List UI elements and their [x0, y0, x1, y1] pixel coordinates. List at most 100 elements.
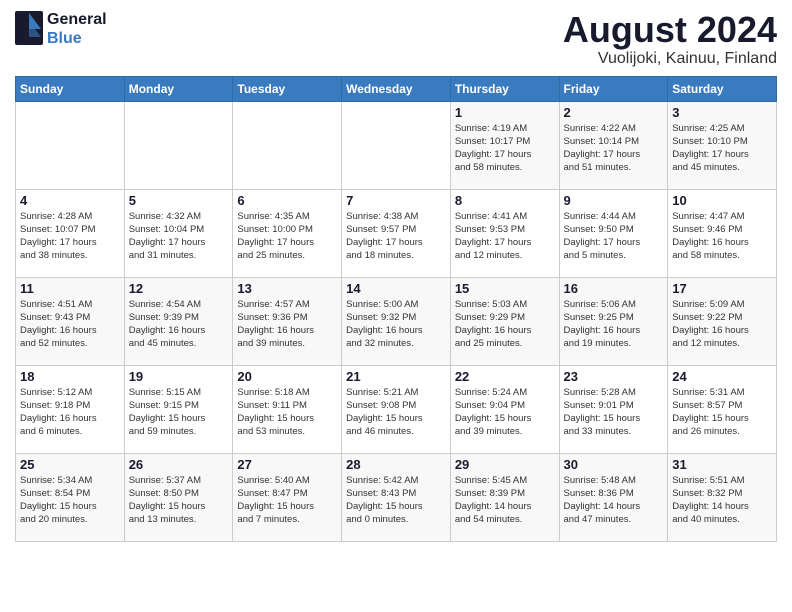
day-info: Sunrise: 5:45 AM Sunset: 8:39 PM Dayligh…: [455, 474, 555, 527]
calendar-cell: 6 Sunrise: 4:35 AM Sunset: 10:00 PM Dayli…: [233, 189, 342, 277]
header-tuesday: Tuesday: [233, 76, 342, 101]
day-number: 5: [129, 193, 229, 208]
calendar-cell: 26Sunrise: 5:37 AM Sunset: 8:50 PM Dayli…: [124, 453, 233, 541]
header-friday: Friday: [559, 76, 668, 101]
day-number: 8: [455, 193, 555, 208]
calendar-cell: 1Sunrise: 4:19 AM Sunset: 10:17 PM Dayli…: [450, 101, 559, 189]
day-number: 15: [455, 281, 555, 296]
calendar-cell: 4 Sunrise: 4:28 AM Sunset: 10:07 PM Dayli…: [16, 189, 125, 277]
page-header: General Blue August 2024 Vuolijoki, Kain…: [15, 10, 777, 68]
calendar-cell: 16 Sunrise: 5:06 AM Sunset: 9:25 PM Dayli…: [559, 277, 668, 365]
calendar-cell: 27 Sunrise: 5:40 AM Sunset: 8:47 PM Dayli…: [233, 453, 342, 541]
day-info: Sunrise: 5:21 AM Sunset: 9:08 PM Dayligh…: [346, 386, 446, 439]
day-info: Sunrise: 4:44 AM Sunset: 9:50 PM Dayligh…: [564, 210, 664, 263]
day-info: Sunrise: 4:35 AM Sunset: 10:00 PM Daylig…: [237, 210, 337, 263]
calendar-cell: 13Sunrise: 4:57 AM Sunset: 9:36 PM Dayli…: [233, 277, 342, 365]
calendar-cell: 8 Sunrise: 4:41 AM Sunset: 9:53 PM Daylig…: [450, 189, 559, 277]
day-number: 12: [129, 281, 229, 296]
day-number: 7: [346, 193, 446, 208]
calendar-week-1: 1Sunrise: 4:19 AM Sunset: 10:17 PM Dayli…: [16, 101, 777, 189]
calendar-cell: 3 Sunrise: 4:25 AM Sunset: 10:10 PM Dayli…: [668, 101, 777, 189]
day-info: Sunrise: 5:42 AM Sunset: 8:43 PM Dayligh…: [346, 474, 446, 527]
day-number: 25: [20, 457, 120, 472]
calendar-cell: 25 Sunrise: 5:34 AM Sunset: 8:54 PM Dayli…: [16, 453, 125, 541]
day-number: 11: [20, 281, 120, 296]
day-info: Sunrise: 5:06 AM Sunset: 9:25 PM Dayligh…: [564, 298, 664, 351]
day-info: Sunrise: 4:51 AM Sunset: 9:43 PM Dayligh…: [20, 298, 120, 351]
calendar-week-3: 11 Sunrise: 4:51 AM Sunset: 9:43 PM Dayli…: [16, 277, 777, 365]
logo-text: General Blue: [47, 10, 107, 48]
day-info: Sunrise: 5:34 AM Sunset: 8:54 PM Dayligh…: [20, 474, 120, 527]
calendar-cell: 21 Sunrise: 5:21 AM Sunset: 9:08 PM Dayli…: [342, 365, 451, 453]
day-info: Sunrise: 5:37 AM Sunset: 8:50 PM Dayligh…: [129, 474, 229, 527]
calendar-cell: 11 Sunrise: 4:51 AM Sunset: 9:43 PM Dayli…: [16, 277, 125, 365]
day-number: 9: [564, 193, 664, 208]
logo: General Blue: [15, 10, 107, 48]
calendar-cell: 19Sunrise: 5:15 AM Sunset: 9:15 PM Dayli…: [124, 365, 233, 453]
day-info: Sunrise: 4:54 AM Sunset: 9:39 PM Dayligh…: [129, 298, 229, 351]
day-number: 30: [564, 457, 664, 472]
calendar-cell: 29Sunrise: 5:45 AM Sunset: 8:39 PM Dayli…: [450, 453, 559, 541]
day-info: Sunrise: 5:51 AM Sunset: 8:32 PM Dayligh…: [672, 474, 772, 527]
day-number: 17: [672, 281, 772, 296]
day-number: 19: [129, 369, 229, 384]
day-info: Sunrise: 5:09 AM Sunset: 9:22 PM Dayligh…: [672, 298, 772, 351]
day-info: Sunrise: 5:28 AM Sunset: 9:01 PM Dayligh…: [564, 386, 664, 439]
calendar-week-5: 25 Sunrise: 5:34 AM Sunset: 8:54 PM Dayli…: [16, 453, 777, 541]
day-number: 6: [237, 193, 337, 208]
calendar-cell: 31 Sunrise: 5:51 AM Sunset: 8:32 PM Dayli…: [668, 453, 777, 541]
calendar-cell: 9 Sunrise: 4:44 AM Sunset: 9:50 PM Daylig…: [559, 189, 668, 277]
day-info: Sunrise: 4:25 AM Sunset: 10:10 PM Daylig…: [672, 122, 772, 175]
calendar-cell: 22 Sunrise: 5:24 AM Sunset: 9:04 PM Dayli…: [450, 365, 559, 453]
calendar-cell: 28Sunrise: 5:42 AM Sunset: 8:43 PM Dayli…: [342, 453, 451, 541]
day-number: 2: [564, 105, 664, 120]
day-info: Sunrise: 4:28 AM Sunset: 10:07 PM Daylig…: [20, 210, 120, 263]
calendar-week-2: 4 Sunrise: 4:28 AM Sunset: 10:07 PM Dayli…: [16, 189, 777, 277]
header-thursday: Thursday: [450, 76, 559, 101]
day-number: 3: [672, 105, 772, 120]
day-number: 27: [237, 457, 337, 472]
calendar-cell: 30 Sunrise: 5:48 AM Sunset: 8:36 PM Dayli…: [559, 453, 668, 541]
calendar-cell: 24 Sunrise: 5:31 AM Sunset: 8:57 PM Dayli…: [668, 365, 777, 453]
day-info: Sunrise: 5:03 AM Sunset: 9:29 PM Dayligh…: [455, 298, 555, 351]
day-number: 10: [672, 193, 772, 208]
calendar-cell: 2 Sunrise: 4:22 AM Sunset: 10:14 PM Dayli…: [559, 101, 668, 189]
day-info: Sunrise: 5:31 AM Sunset: 8:57 PM Dayligh…: [672, 386, 772, 439]
day-number: 31: [672, 457, 772, 472]
calendar-body: 1Sunrise: 4:19 AM Sunset: 10:17 PM Dayli…: [16, 101, 777, 541]
logo-general-text: General: [47, 10, 107, 29]
calendar-cell: 17 Sunrise: 5:09 AM Sunset: 9:22 PM Dayli…: [668, 277, 777, 365]
day-info: Sunrise: 5:24 AM Sunset: 9:04 PM Dayligh…: [455, 386, 555, 439]
month-year: August 2024: [563, 10, 777, 50]
location: Vuolijoki, Kainuu, Finland: [563, 50, 777, 68]
day-info: Sunrise: 4:47 AM Sunset: 9:46 PM Dayligh…: [672, 210, 772, 263]
calendar-cell: 14 Sunrise: 5:00 AM Sunset: 9:32 PM Dayli…: [342, 277, 451, 365]
day-info: Sunrise: 4:41 AM Sunset: 9:53 PM Dayligh…: [455, 210, 555, 263]
day-info: Sunrise: 4:22 AM Sunset: 10:14 PM Daylig…: [564, 122, 664, 175]
calendar-cell: 7 Sunrise: 4:38 AM Sunset: 9:57 PM Daylig…: [342, 189, 451, 277]
day-number: 4: [20, 193, 120, 208]
day-number: 13: [237, 281, 337, 296]
day-info: Sunrise: 5:18 AM Sunset: 9:11 PM Dayligh…: [237, 386, 337, 439]
calendar-week-4: 18Sunrise: 5:12 AM Sunset: 9:18 PM Dayli…: [16, 365, 777, 453]
day-number: 20: [237, 369, 337, 384]
day-number: 24: [672, 369, 772, 384]
day-info: Sunrise: 5:40 AM Sunset: 8:47 PM Dayligh…: [237, 474, 337, 527]
day-info: Sunrise: 5:48 AM Sunset: 8:36 PM Dayligh…: [564, 474, 664, 527]
day-info: Sunrise: 4:38 AM Sunset: 9:57 PM Dayligh…: [346, 210, 446, 263]
day-number: 18: [20, 369, 120, 384]
day-number: 16: [564, 281, 664, 296]
calendar-header: Sunday Monday Tuesday Wednesday Thursday…: [16, 76, 777, 101]
calendar-cell: [124, 101, 233, 189]
header-wednesday: Wednesday: [342, 76, 451, 101]
day-info: Sunrise: 5:00 AM Sunset: 9:32 PM Dayligh…: [346, 298, 446, 351]
calendar-table: Sunday Monday Tuesday Wednesday Thursday…: [15, 76, 777, 542]
day-info: Sunrise: 4:19 AM Sunset: 10:17 PM Daylig…: [455, 122, 555, 175]
day-number: 14: [346, 281, 446, 296]
title-section: August 2024 Vuolijoki, Kainuu, Finland: [563, 10, 777, 68]
calendar-cell: 10 Sunrise: 4:47 AM Sunset: 9:46 PM Dayli…: [668, 189, 777, 277]
logo-icon: [15, 11, 45, 47]
calendar-cell: [233, 101, 342, 189]
day-number: 22: [455, 369, 555, 384]
day-number: 21: [346, 369, 446, 384]
